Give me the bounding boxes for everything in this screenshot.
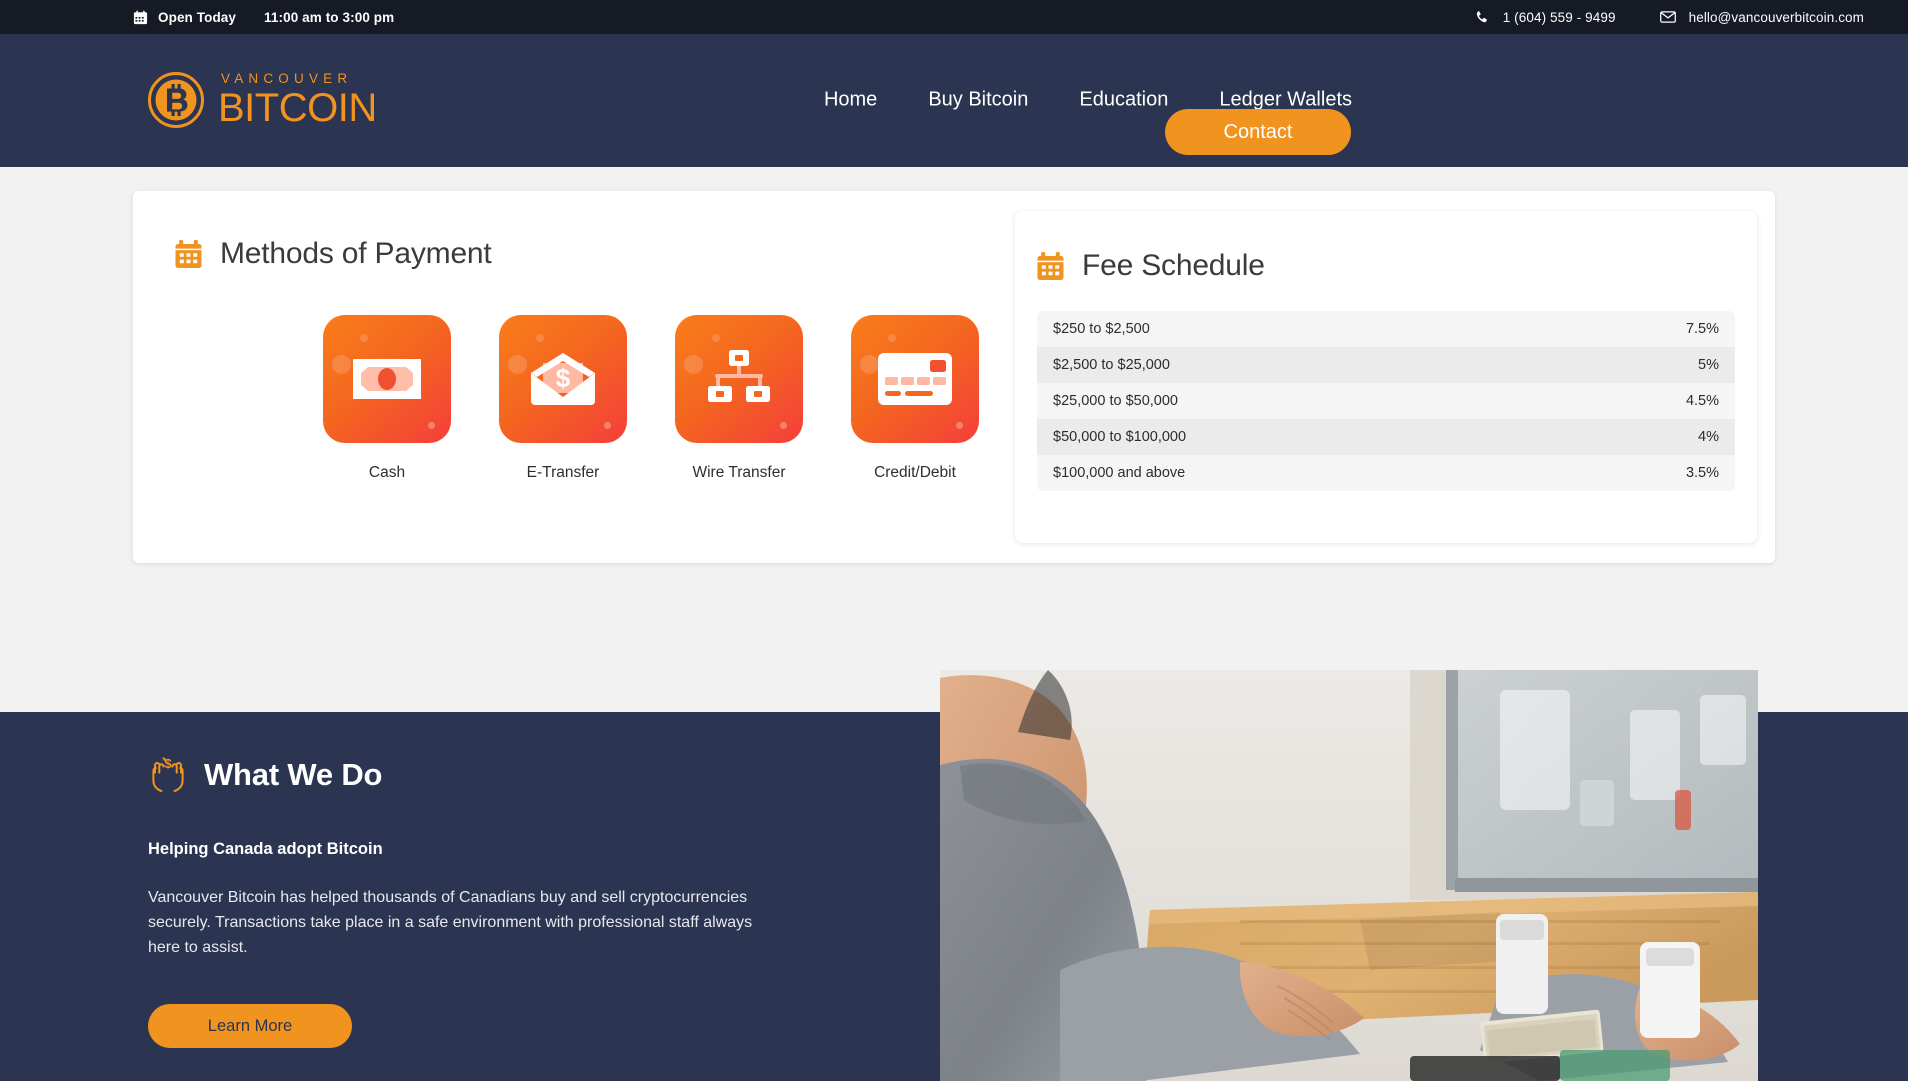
envelope-dollar-icon: $ [499, 315, 627, 443]
fee-percent: 5% [1698, 357, 1719, 373]
methods-card-header: Methods of Payment [175, 237, 1015, 271]
page-root: Open Today 11:00 am to 3:00 pm 1 (604) 5… [0, 0, 1908, 1081]
top-utility-bar: Open Today 11:00 am to 3:00 pm 1 (604) 5… [0, 0, 1908, 34]
payment-method-label: Credit/Debit [874, 464, 956, 481]
what-we-do-body: Vancouver Bitcoin has helped thousands o… [148, 889, 753, 956]
payment-method-label: E-Transfer [526, 464, 600, 481]
payment-method-wire-transfer[interactable]: Wire Transfer [672, 315, 806, 482]
table-row: $250 to $2,500 7.5% [1037, 311, 1735, 347]
envelope-icon [1659, 9, 1676, 25]
nav-item-education[interactable]: Education [1079, 89, 1168, 112]
calendar-icon [175, 239, 202, 269]
logo-wordmark: VANCOUVER BITCOIN [218, 72, 377, 129]
fee-card-title: Fee Schedule [1082, 249, 1265, 282]
fee-card-header: Fee Schedule [1037, 249, 1735, 283]
fee-percent: 4.5% [1685, 393, 1719, 409]
contact-button[interactable]: Contact [1165, 109, 1351, 155]
phone-icon [1474, 9, 1490, 25]
payment-methods-list: Cash $ E-Transfer Wire Transfer Credit/D… [320, 315, 1015, 482]
fee-range: $100,000 and above [1053, 465, 1186, 481]
payment-method-label: Wire Transfer [692, 464, 786, 481]
payment-method-etransfer[interactable]: $ E-Transfer [496, 315, 630, 482]
what-we-do-title: What We Do [204, 757, 383, 792]
bitcoin-circle-icon [147, 71, 205, 129]
email-address: hello@vancouverbitcoin.com [1688, 9, 1864, 25]
site-header: VANCOUVER BITCOIN Home Buy Bitcoin Educa… [0, 34, 1908, 167]
network-nodes-icon [675, 315, 803, 443]
fee-percent: 4% [1698, 429, 1719, 445]
contact-details: 1 (604) 559 - 9499 hello@vancouverbitcoi… [1474, 0, 1864, 34]
banknote-icon [323, 315, 451, 443]
phone-link[interactable]: 1 (604) 559 - 9499 [1474, 9, 1616, 25]
payment-method-label: Cash [368, 464, 406, 481]
nav-item-home[interactable]: Home [824, 89, 877, 112]
payment-method-cash[interactable]: Cash [320, 315, 454, 482]
fee-range: $25,000 to $50,000 [1053, 393, 1178, 409]
info-section: Methods of Payment Cash $ E-Transfer Wir… [0, 167, 1908, 712]
svg-text:$: $ [164, 756, 172, 771]
fee-percent: 7.5% [1685, 321, 1719, 337]
table-row: $25,000 to $50,000 4.5% [1037, 383, 1735, 419]
what-we-do-section: $ What We Do Helping Canada adopt Bitcoi… [0, 670, 1908, 1081]
calendar-icon [132, 9, 148, 25]
payment-method-credit-debit[interactable]: Credit/Debit [848, 315, 982, 482]
site-logo[interactable]: VANCOUVER BITCOIN [147, 71, 377, 129]
table-row: $50,000 to $100,000 4% [1037, 419, 1735, 455]
fee-range: $250 to $2,500 [1053, 321, 1150, 337]
fee-schedule-table: $250 to $2,500 7.5% $2,500 to $25,000 5%… [1037, 311, 1735, 491]
teller-window-photo [940, 670, 1758, 1081]
what-we-do-content: $ What We Do Helping Canada adopt Bitcoi… [148, 756, 848, 1048]
hands-holding-dollar-icon: $ [148, 756, 188, 794]
what-we-do-subtitle: Helping Canada adopt Bitcoin [148, 840, 383, 858]
methods-card-title: Methods of Payment [220, 237, 492, 270]
logo-main-text: BITCOIN [218, 86, 377, 131]
learn-more-button[interactable]: Learn More [148, 1004, 352, 1048]
what-we-do-header: $ What We Do [148, 756, 848, 794]
phone-number: 1 (604) 559 - 9499 [1502, 9, 1616, 25]
svg-text:$: $ [556, 363, 571, 393]
fee-percent: 3.5% [1685, 465, 1719, 481]
table-row: $100,000 and above 3.5% [1037, 455, 1735, 491]
logo-top-text: VANCOUVER [221, 70, 353, 86]
hours-value: 11:00 am to 3:00 pm [264, 9, 395, 25]
fee-range: $2,500 to $25,000 [1053, 357, 1170, 373]
hours-label: Open Today [158, 9, 237, 25]
nav-item-buy-bitcoin[interactable]: Buy Bitcoin [928, 89, 1028, 112]
methods-of-payment-card: Methods of Payment Cash $ E-Transfer Wir… [133, 191, 1015, 563]
table-row: $2,500 to $25,000 5% [1037, 347, 1735, 383]
credit-card-icon [851, 315, 979, 443]
fee-schedule-card: Fee Schedule $250 to $2,500 7.5% $2,500 … [1015, 211, 1757, 543]
calendar-icon [1037, 251, 1064, 281]
fee-range: $50,000 to $100,000 [1053, 429, 1187, 445]
email-link[interactable]: hello@vancouverbitcoin.com [1659, 9, 1864, 25]
business-hours: Open Today 11:00 am to 3:00 pm [132, 0, 394, 34]
info-card-panel: Methods of Payment Cash $ E-Transfer Wir… [133, 191, 1775, 563]
